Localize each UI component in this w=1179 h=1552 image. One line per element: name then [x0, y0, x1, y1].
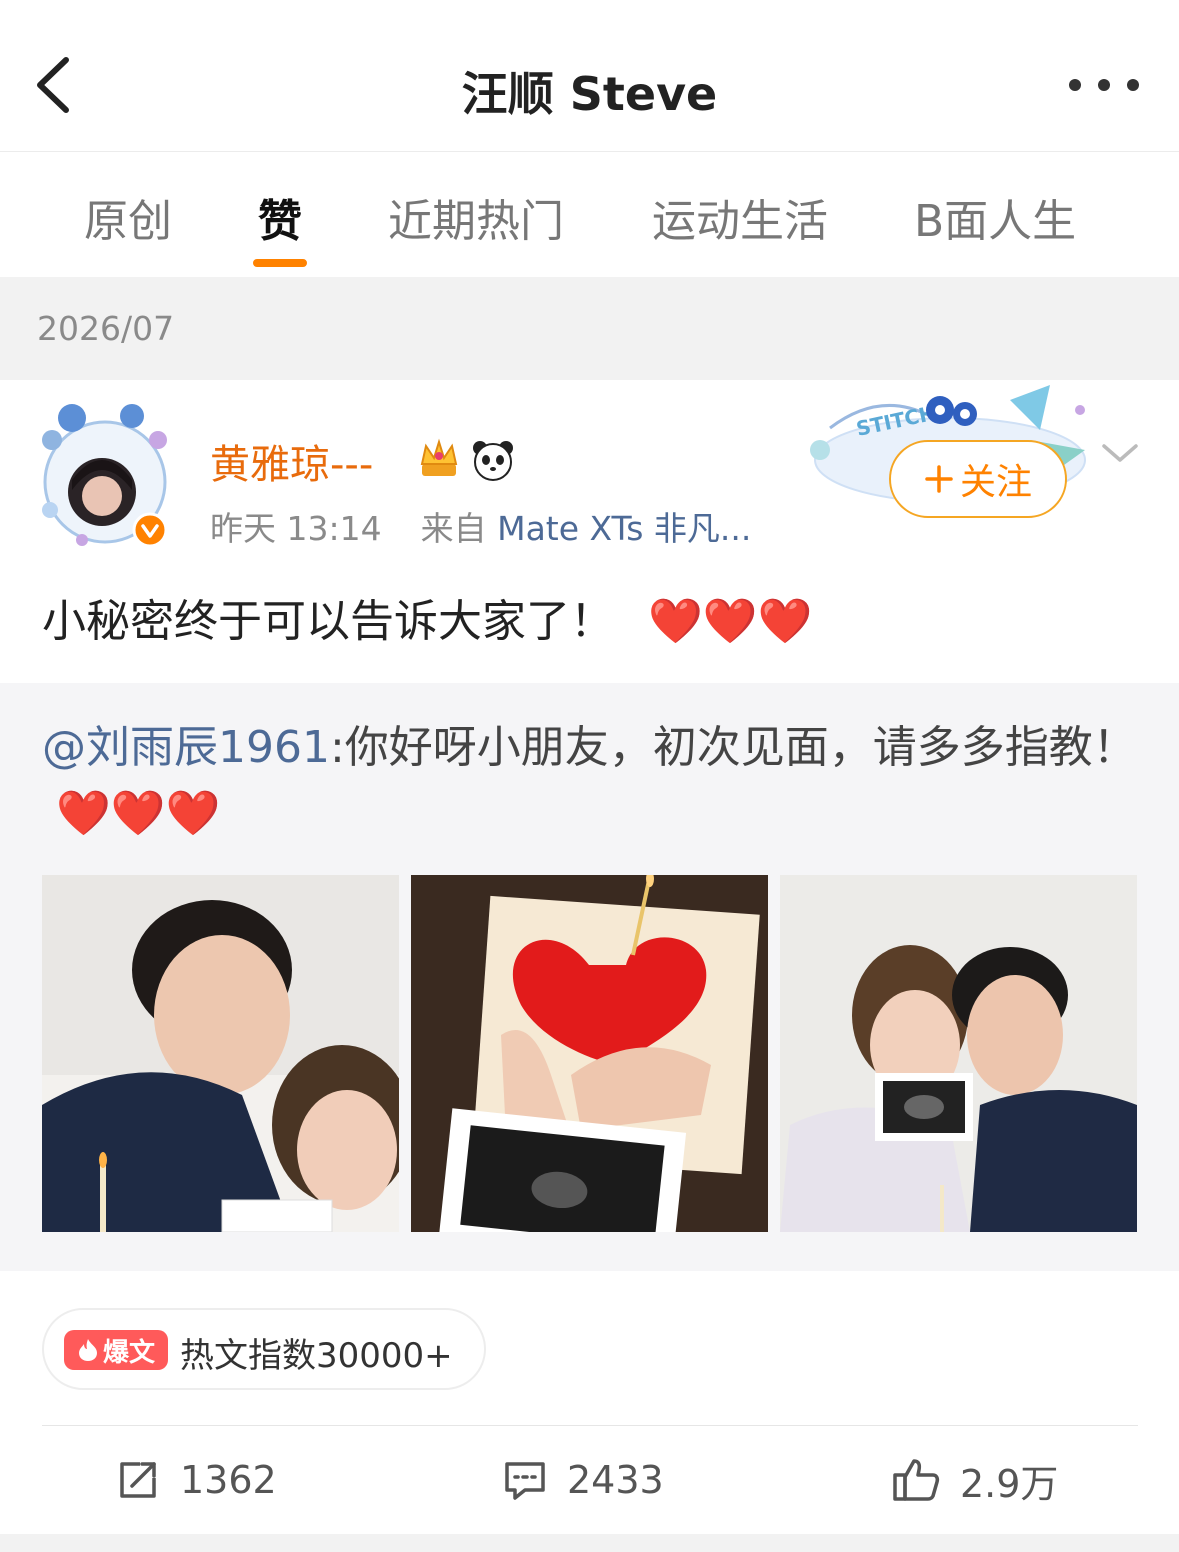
comment-button[interactable]: 2433	[503, 1452, 664, 1508]
top-nav-bar: 汪顺 Steve	[0, 0, 1179, 152]
tab-likes[interactable]: 赞	[258, 185, 302, 249]
photo-couple-ultrasound[interactable]	[780, 875, 1137, 1232]
tab-recent-hot[interactable]: 近期热门	[388, 185, 564, 249]
more-dots-icon	[1069, 79, 1081, 91]
post-text: 小秘密终于可以告诉大家了！	[42, 596, 614, 647]
follow-button[interactable]: 关注	[889, 440, 1067, 518]
repost-emoji: ❤️❤️❤️	[56, 788, 221, 839]
post-menu-button[interactable]	[1098, 438, 1142, 468]
plus-icon	[925, 465, 953, 493]
post-time: 昨天 13:14	[210, 509, 382, 548]
follow-label: 关注	[959, 462, 1032, 503]
photo-heart-cake-ultrasound[interactable]	[411, 875, 768, 1232]
author-name[interactable]: 黄雅琼---	[210, 432, 373, 490]
more-button[interactable]	[1069, 70, 1139, 100]
author-badges	[416, 436, 516, 482]
comment-count: 2433	[567, 1458, 664, 1502]
post-emoji: ❤️❤️❤️	[648, 596, 813, 647]
post-card[interactable]: 黄雅琼--- 昨天 13:14 来自 Mate XTs 非凡... STITCH	[0, 380, 1179, 1552]
profile-tabs: 原创 赞 近期热门 运动生活 B面人生	[0, 153, 1179, 277]
photo-couple-selfie[interactable]	[42, 875, 399, 1232]
bottom-separator	[0, 1534, 1179, 1552]
chevron-down-icon	[1102, 444, 1138, 462]
post-source[interactable]: Mate XTs 非凡...	[497, 509, 751, 548]
tab-b-side-life[interactable]: B面人生	[914, 185, 1076, 249]
panda-icon	[473, 441, 513, 481]
tab-original[interactable]: 原创	[84, 185, 172, 249]
post-meta: 昨天 13:14 来自 Mate XTs 非凡...	[210, 502, 751, 550]
action-divider	[42, 1425, 1138, 1426]
hot-tag-label: 爆文	[102, 1337, 155, 1368]
like-button[interactable]: 2.9万	[892, 1452, 1058, 1508]
repost-button[interactable]: 1362	[116, 1452, 277, 1508]
repost-body: @刘雨辰1961:你好呀小朋友，初次见面，请多多指教！ ❤️❤️❤️	[42, 715, 1142, 847]
page-title: 汪顺 Steve	[461, 67, 718, 121]
hot-index-text: 热文指数30000+	[180, 1336, 453, 1376]
repost-block[interactable]: @刘雨辰1961:你好呀小朋友，初次见面，请多多指教！ ❤️❤️❤️	[0, 683, 1179, 1271]
source-prefix: 来自	[420, 509, 487, 548]
comment-icon	[505, 1462, 545, 1500]
repost-count: 1362	[180, 1458, 277, 1502]
active-tab-indicator	[253, 259, 307, 267]
date-section-header: 2026/07	[0, 277, 1179, 380]
post-body: 小秘密终于可以告诉大家了！ ❤️❤️❤️	[42, 585, 812, 649]
like-count: 2.9万	[960, 1461, 1059, 1506]
crown-icon	[420, 438, 458, 476]
repost-icon	[120, 1462, 156, 1498]
fire-icon	[78, 1339, 97, 1361]
hot-post-badge[interactable]: 爆文 热文指数30000+	[42, 1308, 486, 1390]
hot-tag: 爆文	[64, 1330, 168, 1370]
avatar[interactable]	[32, 400, 178, 548]
verified-v-icon	[132, 512, 168, 548]
tab-sports-life[interactable]: 运动生活	[652, 185, 828, 249]
repost-mention[interactable]: @刘雨辰1961	[42, 722, 330, 773]
date-label: 2026/07	[37, 309, 175, 348]
thumbs-up-icon	[893, 1459, 940, 1501]
repost-text: :你好呀小朋友，初次见面，请多多指教！	[329, 722, 1137, 773]
